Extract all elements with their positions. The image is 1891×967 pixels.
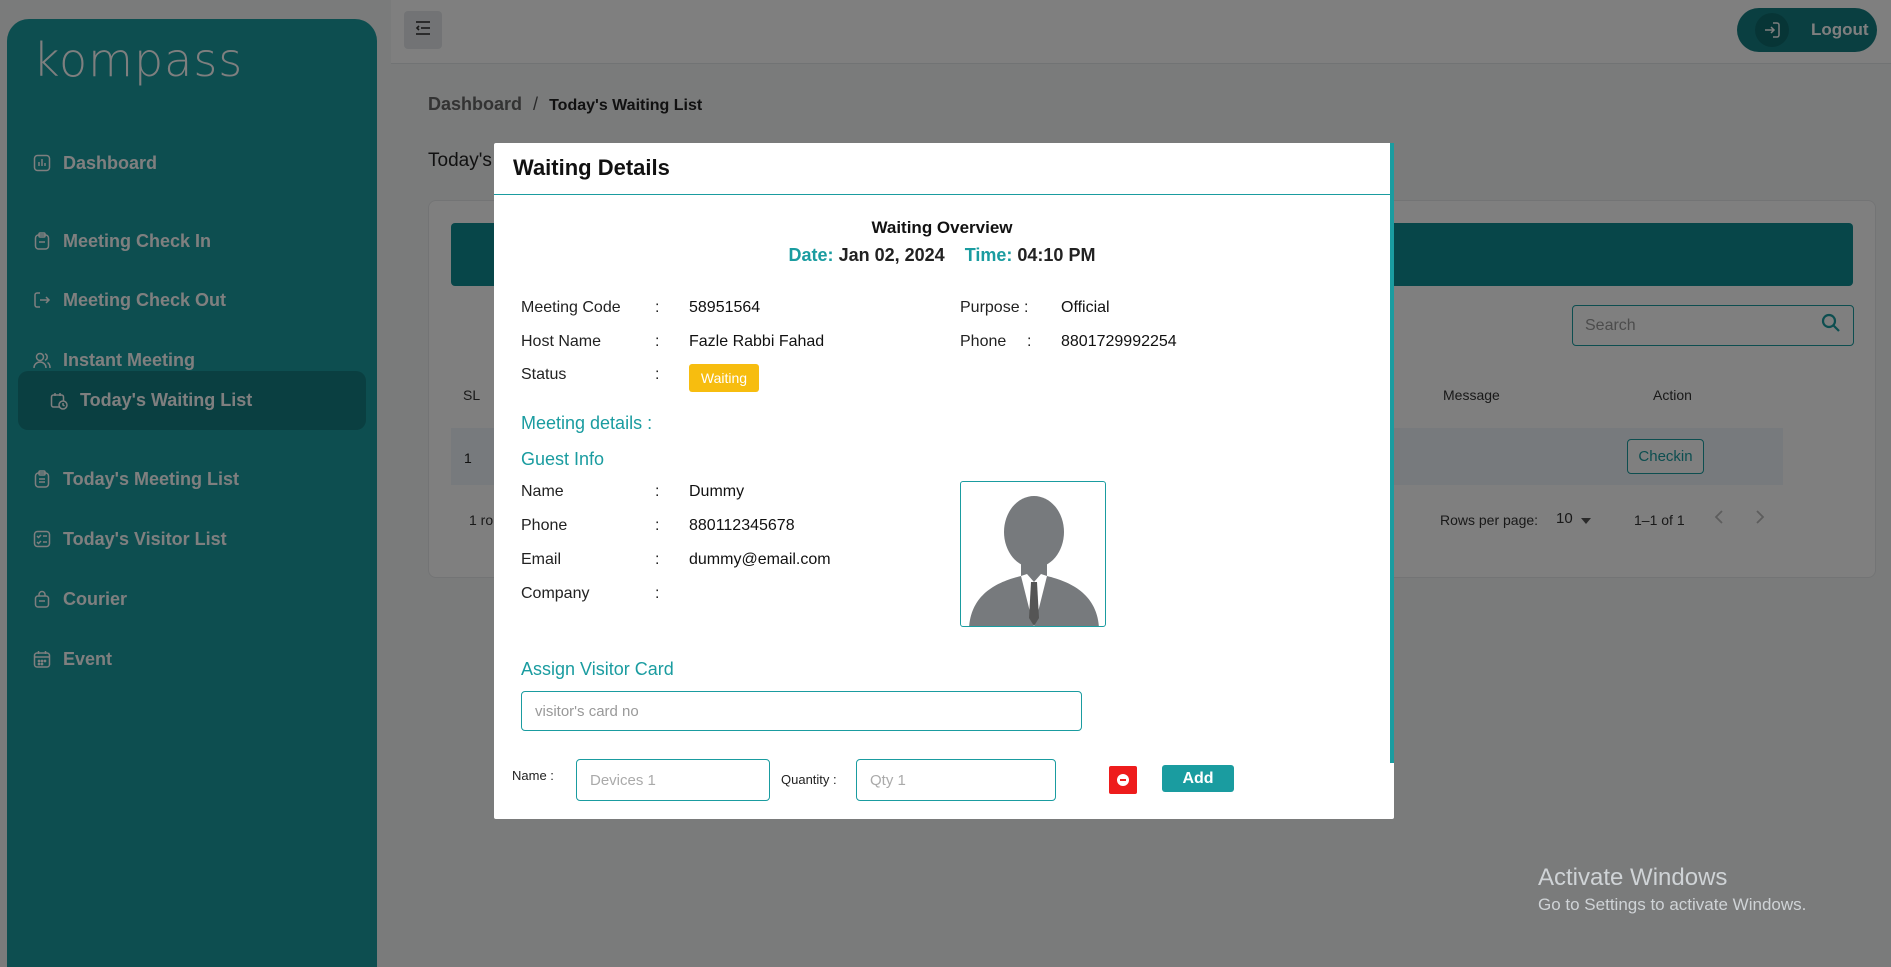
minus-circle-icon	[1117, 774, 1129, 786]
meeting-code-label: Meeting Code	[521, 299, 621, 316]
time-label: Time:	[964, 245, 1013, 265]
time-value: 04:10 PM	[1017, 245, 1096, 265]
colon: :	[655, 333, 660, 350]
colon: :	[655, 483, 660, 500]
guest-name-value: Dummy	[689, 483, 745, 500]
meeting-details-heading: Meeting details :	[521, 413, 653, 433]
host-name-value: Fazle Rabbi Fahad	[689, 333, 825, 350]
colon: :	[655, 299, 660, 316]
host-name-label: Host Name	[521, 333, 602, 350]
colon: :	[1027, 333, 1032, 350]
status-badge: Waiting	[689, 364, 759, 392]
status-label: Status	[521, 366, 567, 383]
colon: :	[655, 517, 660, 534]
colon: :	[655, 551, 660, 568]
phone-label: Phone	[960, 333, 1007, 350]
quantity-label: Quantity :	[781, 772, 837, 787]
colon: :	[655, 366, 660, 383]
guest-photo	[960, 481, 1106, 627]
purpose-label: Purpose :	[960, 299, 1029, 316]
windows-watermark-subtitle: Go to Settings to activate Windows.	[1538, 895, 1807, 914]
modal-title: Waiting Details	[513, 155, 670, 180]
add-device-button[interactable]: Add	[1162, 765, 1234, 792]
purpose-value: Official	[1061, 299, 1110, 316]
windows-watermark-title: Activate Windows	[1538, 864, 1728, 891]
device-name-label: Name :	[512, 768, 554, 783]
guest-company-label: Company	[521, 585, 590, 602]
device-name-input[interactable]	[576, 759, 770, 801]
guest-name-label: Name	[521, 483, 564, 500]
overview-date-time: Date: Jan 02, 2024 Time: 04:10 PM	[494, 245, 1390, 266]
overview-title: Waiting Overview	[871, 218, 1013, 237]
date-value: Jan 02, 2024	[838, 245, 945, 265]
meeting-code-value: 58951564	[689, 299, 761, 316]
guest-phone-value: 880112345678	[689, 517, 795, 534]
modal-header: Waiting Details	[494, 143, 1390, 195]
modal-scrollbar[interactable]	[1390, 143, 1394, 763]
date-label: Date:	[788, 245, 834, 265]
visitor-card-input[interactable]	[521, 691, 1082, 731]
guest-info-heading: Guest Info	[521, 449, 605, 469]
waiting-details-modal: Waiting Details Waiting Overview Date: J…	[494, 143, 1394, 819]
colon: :	[655, 585, 660, 602]
guest-phone-label: Phone	[521, 517, 568, 534]
remove-device-button[interactable]	[1109, 766, 1137, 794]
phone-value: 8801729992254	[1061, 333, 1177, 350]
guest-email-label: Email	[521, 551, 562, 568]
person-silhouette-icon	[969, 496, 1099, 626]
assign-visitor-card-heading: Assign Visitor Card	[521, 659, 674, 679]
guest-email-value: dummy@email.com	[689, 551, 831, 568]
quantity-input[interactable]	[856, 759, 1056, 801]
